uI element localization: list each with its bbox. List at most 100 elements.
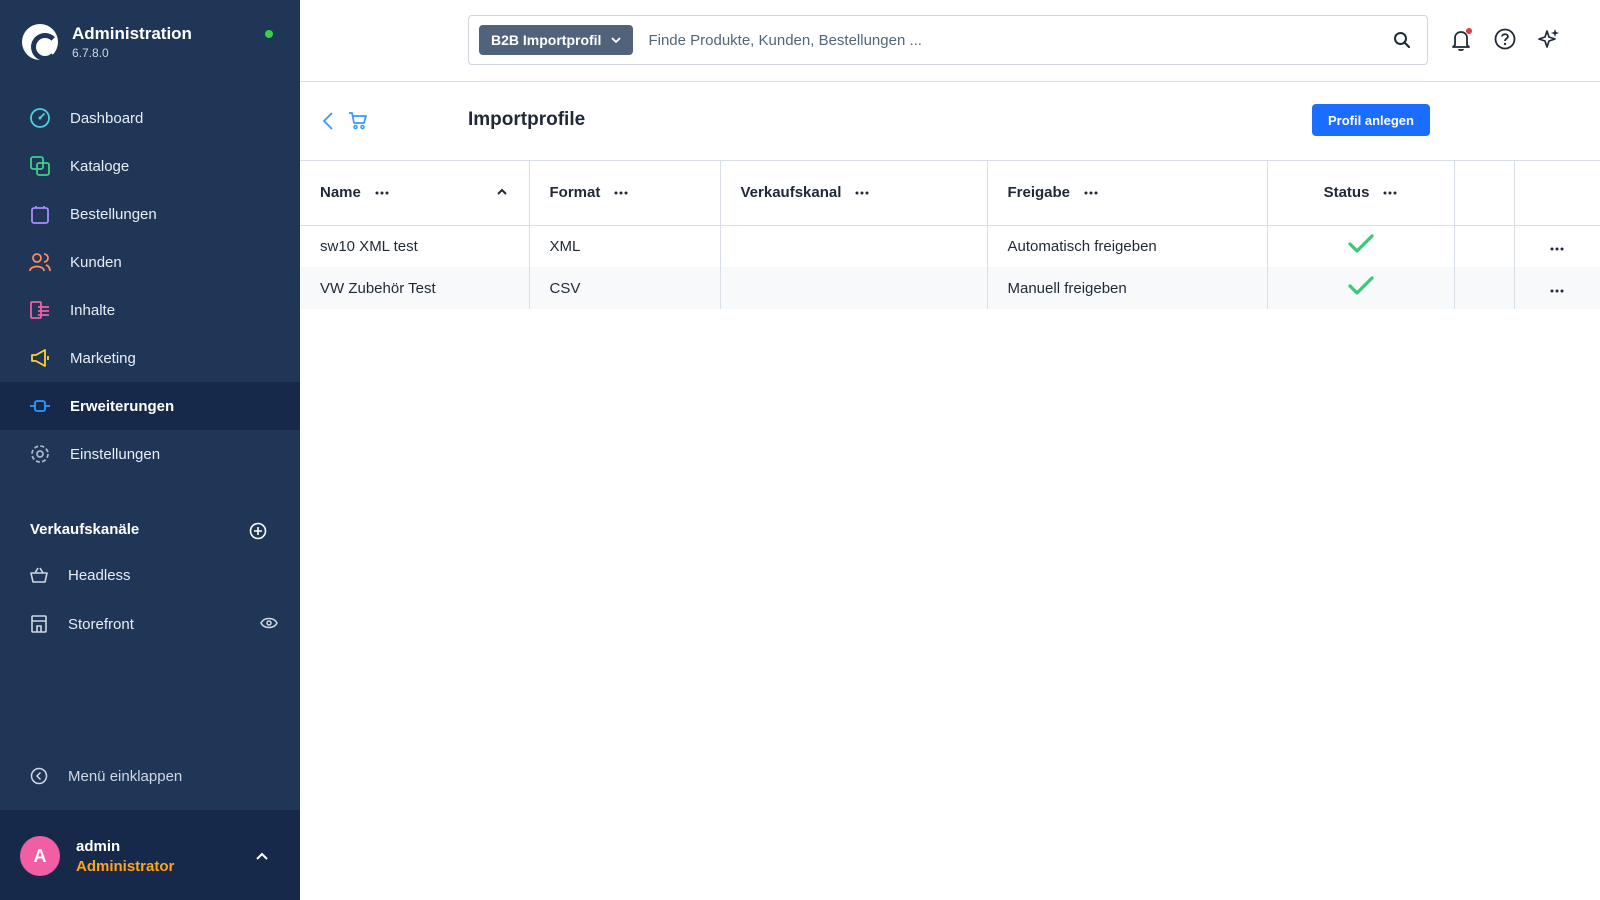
sales-channel-storefront[interactable]: Storefront (28, 614, 278, 634)
sidebar-item-label: Inhalte (70, 301, 116, 319)
cell-spacer (1454, 225, 1515, 267)
column-label: Status (1323, 184, 1370, 202)
storefront-icon (28, 614, 50, 634)
sort-ascending-icon[interactable] (496, 188, 507, 195)
sidebar-item-label: Marketing (70, 349, 136, 367)
cell-release: Automatisch freigeben (987, 225, 1268, 267)
dashboard-icon (28, 106, 52, 130)
plugin-icon (28, 394, 52, 418)
search-input[interactable] (648, 31, 1393, 49)
sales-channel-label: Headless (68, 566, 131, 584)
settings-icon (28, 442, 52, 466)
user-name: admin (76, 838, 121, 855)
column-label: Name (320, 184, 361, 202)
row-actions[interactable] (1514, 267, 1600, 309)
sidebar-item-label: Kataloge (70, 157, 130, 175)
cell-spacer (1454, 267, 1515, 309)
back-chevron-icon[interactable] (322, 111, 334, 131)
sidebar-item-label: Einstellungen (70, 445, 161, 463)
sidebar-item-label: Dashboard (70, 109, 144, 127)
cell-sales-channel (720, 267, 988, 309)
online-status-dot (265, 30, 273, 38)
user-menu[interactable]: A admin Administrator (0, 810, 300, 900)
notifications-bell-icon[interactable] (1450, 28, 1472, 52)
table-header-row: Name Format Verkaufskanal Freigabe Statu… (300, 161, 1600, 226)
column-options-icon[interactable] (614, 191, 628, 195)
search-icon[interactable] (1393, 31, 1411, 49)
marketing-icon (28, 346, 52, 370)
sales-channels-title: Verkaufskanäle (30, 521, 140, 538)
checkmark-icon (1347, 276, 1374, 300)
collapse-left-icon (30, 767, 48, 785)
collapse-menu-label: Menü einklappen (68, 767, 183, 785)
table-row[interactable]: VW Zubehör Test CSV Manuell freigeben (300, 267, 1600, 309)
user-role: Administrator (76, 858, 175, 875)
cell-status (1267, 267, 1455, 309)
cart-icon (348, 110, 368, 130)
import-profiles-table: Name Format Verkaufskanal Freigabe Statu… (300, 161, 1600, 309)
more-options-icon[interactable] (1550, 280, 1564, 297)
cell-name[interactable]: VW Zubehör Test (300, 267, 530, 309)
sales-channel-label: Storefront (68, 615, 134, 633)
catalog-icon (28, 154, 52, 178)
more-options-icon[interactable] (1550, 238, 1564, 255)
checkmark-icon (1347, 234, 1374, 258)
column-label: Format (549, 184, 601, 202)
main-navigation: Dashboard Kataloge Bestellungen Kunden I… (0, 94, 300, 478)
column-options-icon[interactable] (375, 191, 389, 195)
cell-name[interactable]: sw10 XML test (300, 225, 530, 267)
content-icon (28, 298, 52, 322)
sidebar-item-marketing[interactable]: Marketing (0, 334, 300, 382)
orders-icon (28, 202, 52, 226)
column-header-format[interactable]: Format (529, 161, 721, 226)
sidebar: Administration 6.7.8.0 Dashboard Katalog… (0, 0, 300, 900)
column-header-status[interactable]: Status (1267, 161, 1455, 226)
chevron-up-icon[interactable] (255, 848, 269, 866)
sidebar-item-settings[interactable]: Einstellungen (0, 430, 300, 478)
search-type-dropdown[interactable]: B2B Importprofil (479, 25, 634, 55)
column-header-actions (1514, 161, 1600, 226)
create-profile-button[interactable]: Profil anlegen (1312, 104, 1430, 136)
cell-format: CSV (529, 267, 721, 309)
app-title: Administration (72, 24, 192, 43)
sidebar-item-catalogs[interactable]: Kataloge (0, 142, 300, 190)
column-options-icon[interactable] (855, 191, 869, 195)
shopware-logo-icon (22, 24, 59, 61)
table-row[interactable]: sw10 XML test XML Automatisch freigeben (300, 225, 1600, 267)
sidebar-item-label: Erweiterungen (70, 397, 175, 415)
cell-format: XML (529, 225, 721, 267)
app-version: 6.7.8.0 (72, 46, 109, 60)
sidebar-item-customers[interactable]: Kunden (0, 238, 300, 286)
column-header-spacer (1454, 161, 1515, 226)
column-header-name[interactable]: Name (300, 161, 530, 226)
top-bar: B2B Importprofil (300, 0, 1600, 82)
brand[interactable]: Administration 6.7.8.0 (22, 24, 192, 61)
sidebar-item-label: Kunden (70, 253, 122, 271)
notification-badge (1466, 28, 1472, 34)
search-type-label: B2B Importprofil (491, 32, 602, 48)
column-header-release[interactable]: Freigabe (987, 161, 1268, 226)
chevron-down-icon (611, 36, 622, 44)
page-title: Importprofile (468, 109, 586, 130)
customers-icon (28, 250, 52, 274)
eye-icon[interactable] (260, 616, 278, 633)
cell-status (1267, 225, 1455, 267)
sidebar-item-label: Bestellungen (70, 205, 157, 223)
sidebar-item-dashboard[interactable]: Dashboard (0, 94, 300, 142)
sidebar-item-content[interactable]: Inhalte (0, 286, 300, 334)
sidebar-item-orders[interactable]: Bestellungen (0, 190, 300, 238)
cell-release: Manuell freigeben (987, 267, 1268, 309)
column-options-icon[interactable] (1383, 191, 1397, 195)
sidebar-item-extensions[interactable]: Erweiterungen (0, 382, 300, 430)
sales-channel-headless[interactable]: Headless (28, 566, 278, 584)
add-sales-channel-icon[interactable] (249, 522, 267, 545)
column-label: Freigabe (1007, 184, 1071, 202)
column-header-sales-channel[interactable]: Verkaufskanal (720, 161, 988, 226)
global-search: B2B Importprofil (468, 15, 1428, 65)
collapse-menu-button[interactable]: Menü einklappen (30, 767, 182, 785)
column-options-icon[interactable] (1084, 191, 1098, 195)
ai-sparkle-icon[interactable] (1538, 28, 1560, 50)
column-label: Verkaufskanal (740, 184, 842, 202)
help-icon[interactable] (1494, 28, 1516, 50)
row-actions[interactable] (1514, 225, 1600, 267)
